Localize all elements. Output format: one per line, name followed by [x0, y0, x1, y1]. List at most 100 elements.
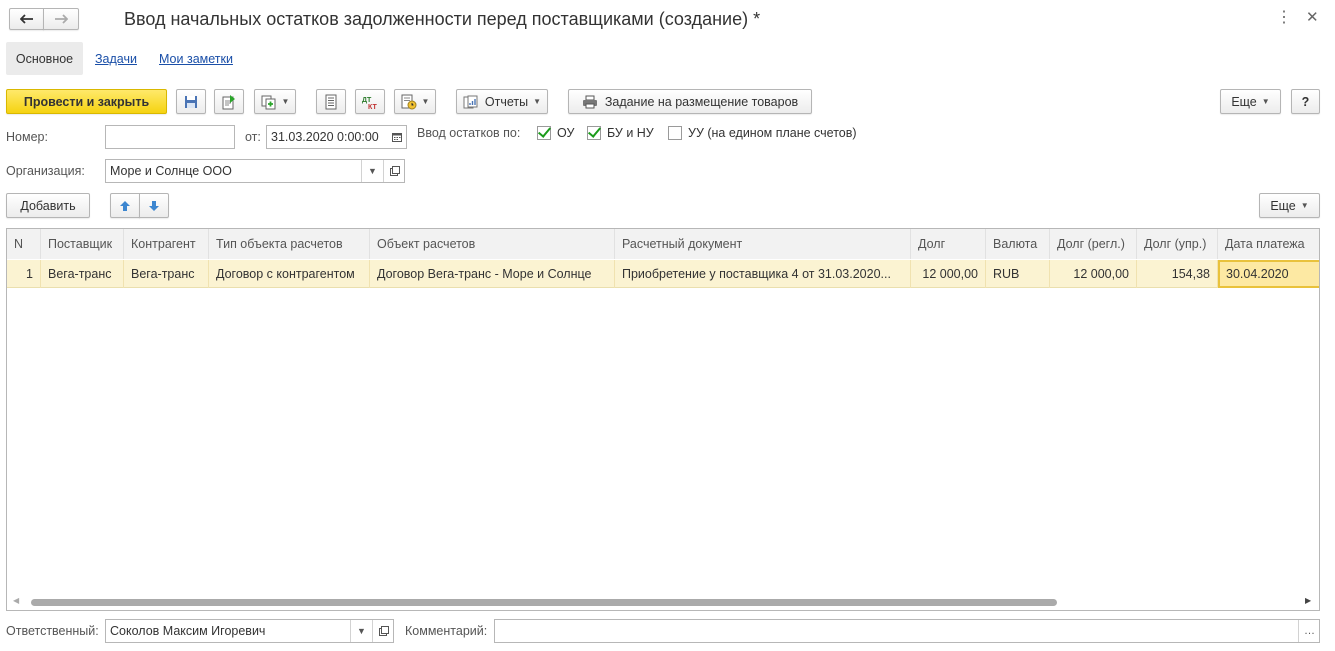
- table-row[interactable]: 1 Вега-транс Вега-транс Договор с контра…: [7, 260, 1319, 288]
- column-header-payment-date[interactable]: Дата платежа: [1218, 229, 1319, 259]
- column-header-debt-upr[interactable]: Долг (упр.): [1137, 229, 1218, 259]
- post-and-close-label: Провести и закрыть: [23, 94, 150, 109]
- organization-label: Организация:: [6, 164, 85, 178]
- comment-label: Комментарий:: [405, 624, 488, 638]
- chevron-down-icon: ▼: [1261, 97, 1270, 106]
- create-based-on-button[interactable]: ▼: [254, 89, 296, 114]
- cell-payment-date[interactable]: 30.04.2020: [1218, 260, 1319, 288]
- cell-currency: RUB: [986, 260, 1050, 288]
- scrollbar-thumb[interactable]: [31, 599, 1057, 606]
- cell-debt-regl: 12 000,00: [1050, 260, 1137, 288]
- organization-open-button[interactable]: [383, 160, 404, 182]
- checkbox-bu-nu[interactable]: [587, 126, 601, 140]
- date-label: от:: [245, 130, 261, 144]
- chevron-down-icon: ▼: [357, 626, 366, 636]
- column-header-debt-regl[interactable]: Долг (регл.): [1050, 229, 1137, 259]
- checkbox-bu-nu-label: БУ и НУ: [607, 126, 654, 140]
- cell-counterparty: Вега-транс: [124, 260, 209, 288]
- comment-edit-button[interactable]: …: [1298, 620, 1319, 642]
- checkbox-ou-label: ОУ: [557, 126, 575, 140]
- balance-input-label: Ввод остатков по:: [417, 126, 521, 140]
- organization-input[interactable]: Море и Солнце ООО ▼: [105, 159, 405, 183]
- close-icon[interactable]: ✕: [1306, 10, 1319, 26]
- tab-main[interactable]: Основное: [6, 42, 83, 75]
- add-row-button[interactable]: Добавить: [6, 193, 90, 218]
- cell-n: 1: [7, 260, 41, 288]
- horizontal-scrollbar[interactable]: ◀ ▶: [7, 595, 1319, 609]
- number-label: Номер:: [6, 130, 48, 144]
- number-input[interactable]: [105, 125, 235, 149]
- cell-settlement-object: Договор Вега-транс - Море и Солнце: [370, 260, 615, 288]
- tab-notes[interactable]: Мои заметки: [159, 52, 233, 66]
- tab-tasks[interactable]: Задачи: [95, 52, 137, 66]
- post-document-icon: [222, 94, 235, 109]
- responsible-open-button[interactable]: [372, 620, 393, 642]
- document-clock-icon: [401, 94, 417, 109]
- responsible-value: Соколов Максим Игоревич: [110, 624, 266, 638]
- dt-kt-icon: ДТКТ: [362, 97, 377, 110]
- cell-settlement-document: Приобретение у поставщика 4 от 31.03.202…: [615, 260, 911, 288]
- more-label: Еще: [1231, 94, 1257, 109]
- organization-value: Море и Солнце ООО: [110, 164, 232, 178]
- tab-main-label: Основное: [15, 51, 74, 66]
- post-button[interactable]: [214, 89, 244, 114]
- arrow-left-icon: [19, 14, 33, 24]
- responsible-input[interactable]: Соколов Максим Игоревич ▼: [105, 619, 394, 643]
- more-vertical-icon[interactable]: ⋮: [1276, 10, 1292, 26]
- column-header-supplier[interactable]: Поставщик: [41, 229, 124, 259]
- scroll-left-arrow-icon[interactable]: ◀: [13, 596, 19, 605]
- date-value: 31.03.2020 0:00:00: [271, 130, 379, 144]
- more-button[interactable]: Еще ▼: [1220, 89, 1281, 114]
- save-icon: [185, 95, 197, 108]
- reports-button[interactable]: Отчеты ▼: [456, 89, 548, 114]
- svg-text:КТ: КТ: [368, 104, 377, 110]
- responsible-dropdown-button[interactable]: ▼: [350, 620, 372, 642]
- structure-button[interactable]: [316, 89, 346, 114]
- scroll-right-arrow-icon[interactable]: ▶: [1305, 596, 1311, 605]
- column-header-counterparty[interactable]: Контрагент: [124, 229, 209, 259]
- post-and-close-button[interactable]: Провести и закрыть: [6, 89, 167, 114]
- checkbox-uu-label: УУ (на едином плане счетов): [688, 126, 857, 140]
- arrow-down-icon: [149, 200, 159, 211]
- column-header-n[interactable]: N: [7, 229, 41, 259]
- table-more-button[interactable]: Еще ▼: [1259, 193, 1320, 218]
- organization-dropdown-button[interactable]: ▼: [361, 160, 383, 182]
- ellipsis-icon: …: [1304, 625, 1315, 637]
- column-header-settlement-document[interactable]: Расчетный документ: [615, 229, 911, 259]
- responsible-label: Ответственный:: [6, 624, 99, 638]
- move-down-button[interactable]: [139, 193, 169, 218]
- chevron-down-icon: ▼: [368, 166, 377, 176]
- svg-text:ДТ: ДТ: [362, 97, 372, 104]
- column-header-debt[interactable]: Долг: [911, 229, 986, 259]
- arrow-right-icon: [55, 14, 68, 24]
- open-window-icon: [389, 166, 400, 176]
- table-more-label: Еще: [1270, 198, 1296, 213]
- forward-button[interactable]: [43, 8, 79, 30]
- help-label: ?: [1301, 94, 1310, 109]
- save-button[interactable]: [176, 89, 206, 114]
- placement-task-button[interactable]: Задание на размещение товаров: [568, 89, 812, 114]
- move-up-button[interactable]: [110, 193, 140, 218]
- chevron-down-icon: ▼: [281, 97, 290, 106]
- comment-input[interactable]: …: [494, 619, 1320, 643]
- chevron-down-icon: ▼: [1300, 201, 1309, 210]
- column-header-currency[interactable]: Валюта: [986, 229, 1050, 259]
- cell-supplier: Вега-транс: [41, 260, 124, 288]
- data-table: N Поставщик Контрагент Тип объекта расче…: [6, 228, 1320, 611]
- back-button[interactable]: [9, 8, 44, 30]
- reports-icon: [463, 95, 478, 108]
- date-input[interactable]: 31.03.2020 0:00:00: [266, 125, 407, 149]
- column-header-settlement-object[interactable]: Объект расчетов: [370, 229, 615, 259]
- column-header-settlement-type[interactable]: Тип объекта расчетов: [209, 229, 370, 259]
- cell-debt-upr: 154,38: [1137, 260, 1218, 288]
- cell-debt: 12 000,00: [911, 260, 986, 288]
- checkbox-uu[interactable]: [668, 126, 682, 140]
- placement-task-label: Задание на размещение товаров: [604, 94, 799, 109]
- calendar-button[interactable]: [387, 126, 406, 148]
- add-row-label: Добавить: [20, 198, 76, 213]
- print-button[interactable]: ▼: [394, 89, 436, 114]
- calendar-icon: [392, 133, 402, 142]
- checkbox-ou[interactable]: [537, 126, 551, 140]
- dt-kt-button[interactable]: ДТ КТ: [355, 89, 385, 114]
- help-button[interactable]: ?: [1291, 89, 1320, 114]
